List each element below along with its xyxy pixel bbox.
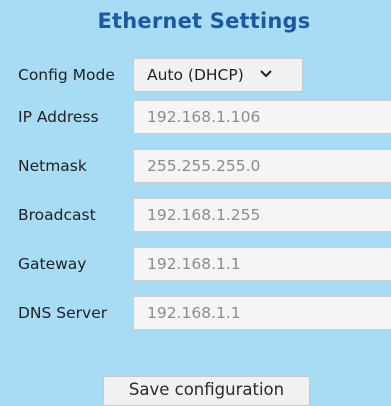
config-mode-select[interactable]: Auto (DHCP) (133, 58, 303, 92)
broadcast-row: Broadcast 192.168.1.255 (0, 198, 391, 232)
chevron-down-icon (260, 70, 272, 78)
netmask-row: Netmask 255.255.255.0 (0, 149, 391, 183)
netmask-input[interactable]: 255.255.255.0 (133, 149, 391, 183)
gateway-row: Gateway 192.168.1.1 (0, 247, 391, 281)
gateway-label: Gateway (18, 255, 87, 273)
config-mode-row: Config Mode Auto (DHCP) (0, 58, 391, 92)
gateway-input[interactable]: 192.168.1.1 (133, 247, 391, 281)
page-title: Ethernet Settings (97, 9, 311, 33)
broadcast-input[interactable]: 192.168.1.255 (133, 198, 391, 232)
ip-address-label: IP Address (18, 108, 99, 126)
save-configuration-button[interactable]: Save configuration (103, 376, 310, 406)
config-mode-value: Auto (DHCP) (147, 66, 244, 84)
dns-server-input[interactable]: 192.168.1.1 (133, 296, 391, 330)
config-mode-label: Config Mode (18, 66, 115, 84)
ip-address-row: IP Address 192.168.1.106 (0, 100, 391, 134)
netmask-label: Netmask (18, 157, 87, 175)
ip-address-input[interactable]: 192.168.1.106 (133, 100, 391, 134)
dns-server-label: DNS Server (18, 304, 108, 322)
broadcast-label: Broadcast (18, 206, 96, 224)
dns-server-row: DNS Server 192.168.1.1 (0, 296, 391, 330)
